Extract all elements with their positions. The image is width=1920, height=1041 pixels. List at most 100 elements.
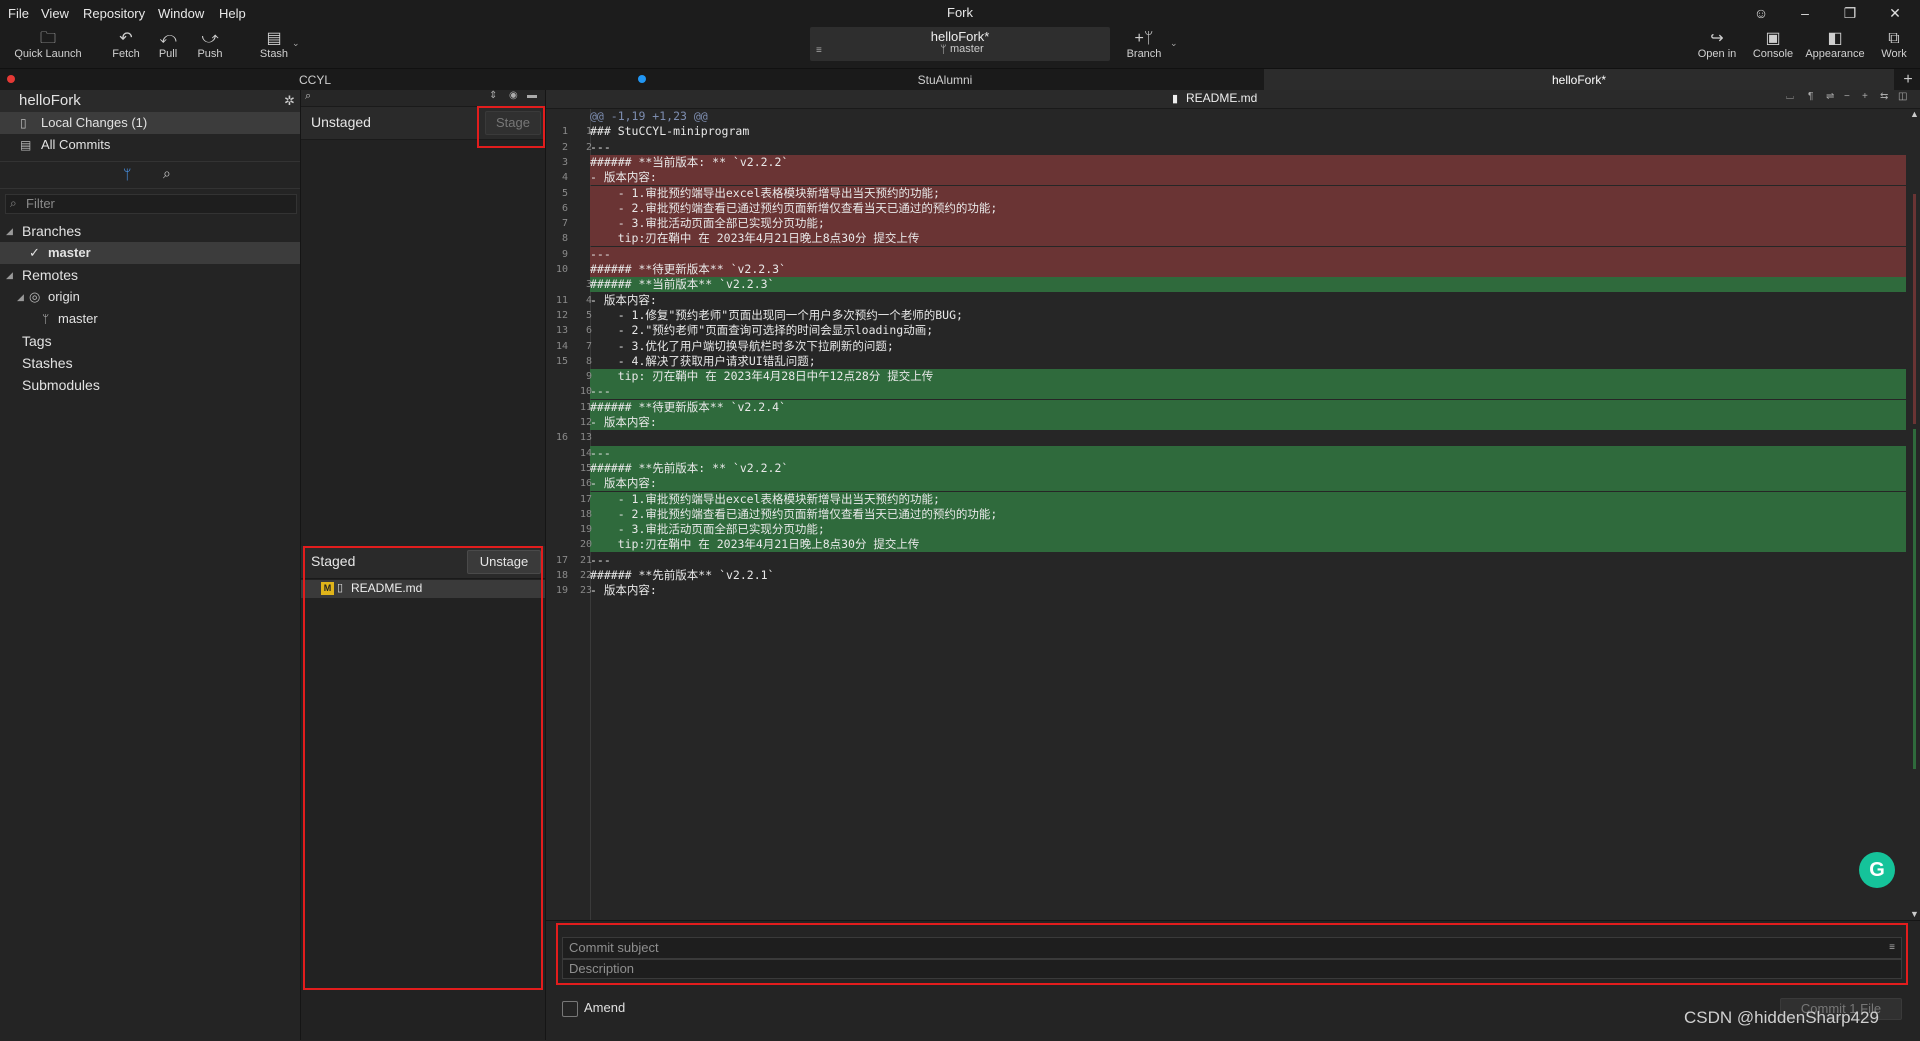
- layout-icon[interactable]: ◫: [1898, 91, 1907, 102]
- diff-line: 3 ###### **当前版本: ** `v2.2.2`: [546, 154, 1906, 170]
- console-button[interactable]: ▣ Console: [1750, 30, 1796, 64]
- sidebar-item-submodules[interactable]: Submodules: [0, 374, 300, 396]
- push-button[interactable]: ⤻ Push: [193, 30, 227, 64]
- diff-line: 9 tip: 刃在鞘中 在 2023年4月28日中午12点28分 提交上传: [546, 369, 1906, 385]
- appearance-label: Appearance: [1805, 48, 1865, 60]
- diff-header: ▮ README.md ⌴ ¶ ⇌ − + ⇆ ◫: [546, 90, 1920, 109]
- quick-launch-label: Quick Launch: [14, 48, 82, 60]
- old-line-number: 15: [555, 355, 568, 367]
- repo-branch-selector[interactable]: helloFork* ᛘ master ≡: [810, 27, 1110, 61]
- view-options-icon[interactable]: ▬: [527, 90, 537, 101]
- diff-line-highlight: [590, 277, 1906, 293]
- diff-line: 12 5 - 1.修复"预约老师"页面出现同一个用户多次预约一个老师的BUG;: [546, 308, 1906, 323]
- feedback-smiley-icon[interactable]: ☺: [1749, 4, 1773, 22]
- branch-icon: ᛘ: [42, 312, 50, 326]
- old-line-number: 1: [561, 126, 568, 138]
- tab-stualumni[interactable]: StuAlumni: [630, 69, 1260, 91]
- filter-placeholder: Filter: [26, 196, 55, 211]
- sidebar: helloFork ✲ ▯ Local Changes (1) ▤ All Co…: [0, 90, 301, 1040]
- diff-line: 14 7 - 3.优化了用户端切换导航栏时多次下拉刷新的问题;: [546, 339, 1906, 354]
- settings-gear-icon[interactable]: ✲: [284, 90, 295, 112]
- restore-icon[interactable]: ❐: [1838, 4, 1862, 22]
- diff-line: 19 - 3.审批活动页面全部已实现分页功能;: [546, 522, 1906, 538]
- wrap-icon[interactable]: ⇌: [1826, 91, 1834, 102]
- new-line-number: 21: [579, 554, 592, 566]
- appearance-button[interactable]: ◧ Appearance: [1802, 30, 1868, 64]
- diff-line-highlight: [590, 246, 1906, 262]
- pull-icon: ⤺: [159, 30, 177, 47]
- remotes-label: Remotes: [22, 267, 79, 283]
- diff-line-text: - 3.审批活动页面全部已实现分页功能;: [590, 522, 825, 537]
- branches-view-icon[interactable]: ᛘ: [123, 166, 131, 182]
- file-icon: ▮: [1172, 93, 1179, 105]
- sidebar-item-branch-master[interactable]: ✓ master: [0, 242, 300, 264]
- quick-launch-button[interactable]: 🗀 Quick Launch: [10, 30, 86, 64]
- amend-checkbox[interactable]: [562, 1001, 578, 1017]
- sidebar-item-origin[interactable]: ◢ ◎ origin: [0, 286, 300, 308]
- diff-line-text: ###### **先前版本** `v2.2.1`: [590, 568, 775, 582]
- pull-button[interactable]: ⤺ Pull: [152, 30, 184, 64]
- branch-dropdown-icon[interactable]: ⌄: [1170, 38, 1178, 49]
- whitespace-icon[interactable]: ⌴: [1786, 91, 1794, 102]
- branch-icon: ᛘ: [940, 44, 947, 56]
- diff-line: 14 ---: [546, 445, 1906, 461]
- diff-line-highlight: [590, 399, 1906, 415]
- sidebar-section-branches[interactable]: ◢ Branches: [0, 220, 300, 242]
- new-line-number: 3: [585, 279, 592, 291]
- new-line-number: 16: [579, 478, 592, 490]
- close-icon[interactable]: ✕: [1883, 4, 1907, 22]
- new-line-number: 6: [585, 325, 592, 337]
- search-icon[interactable]: ⌕: [163, 165, 171, 182]
- grammarly-icon[interactable]: G: [1859, 852, 1895, 888]
- new-line-number: 22: [579, 570, 592, 581]
- stash-dropdown-icon[interactable]: ⌄: [292, 38, 300, 49]
- sidebar-item-stashes[interactable]: Stashes: [0, 352, 300, 374]
- tab-hellofork[interactable]: helloFork*: [1264, 69, 1894, 91]
- old-line-number: 14: [555, 340, 568, 352]
- scroll-up-icon[interactable]: ▲: [1910, 109, 1919, 119]
- old-line-number: 8: [561, 233, 568, 245]
- diff-line: 5 - 1.审批预约端导出excel表格模块新增导出当天预约的功能;: [546, 185, 1906, 201]
- minimize-icon[interactable]: –: [1793, 4, 1817, 22]
- sidebar-section-remotes[interactable]: ◢ Remotes: [0, 264, 300, 286]
- scroll-down-icon[interactable]: ▼: [1910, 909, 1919, 919]
- diff-view[interactable]: @@ -1,19 +1,23 @@ 1 1 ### StuCCYL-miniprogr…: [546, 109, 1920, 920]
- push-icon: ⤻: [201, 30, 219, 47]
- tab-ccyl[interactable]: CCYL: [0, 69, 630, 91]
- sidebar-item-origin-master[interactable]: ᛘ master: [0, 308, 300, 330]
- split-view-icon[interactable]: ⇆: [1880, 91, 1888, 102]
- stash-button[interactable]: ▤ Stash: [252, 30, 296, 64]
- new-line-number: 1: [585, 126, 592, 138]
- add-tab-icon[interactable]: +: [1898, 69, 1918, 91]
- filter-input[interactable]: ⌕ Filter: [5, 194, 297, 214]
- local-changes-label: Local Changes (1): [41, 115, 148, 130]
- increase-context-icon[interactable]: +: [1862, 91, 1868, 102]
- branch-button[interactable]: +ᛘ Branch: [1122, 30, 1166, 64]
- divider: [0, 161, 300, 162]
- old-line-number: 12: [555, 309, 568, 321]
- sidebar-item-tags[interactable]: Tags: [0, 330, 300, 352]
- commits-icon: ▤: [20, 138, 32, 152]
- pilcrow-icon[interactable]: ¶: [1808, 91, 1813, 102]
- fetch-button[interactable]: ↶ Fetch: [106, 30, 146, 64]
- sidebar-item-all-commits[interactable]: ▤ All Commits: [0, 134, 300, 156]
- collapse-icon[interactable]: ⇕: [489, 90, 497, 101]
- eye-icon[interactable]: ◉: [509, 90, 518, 101]
- collapse-arrow-icon: ◢: [17, 292, 24, 302]
- diff-line: 18 22 ###### **先前版本** `v2.2.1`: [546, 568, 1906, 583]
- diff-line: 20 tip:刃在鞘中 在 2023年4月21日晚上8点30分 提交上传: [546, 537, 1906, 553]
- work-button[interactable]: ⧉ Work: [1874, 30, 1914, 64]
- diff-line-highlight: [590, 170, 1906, 186]
- decrease-context-icon[interactable]: −: [1844, 91, 1850, 102]
- stash-label: Stash: [259, 48, 289, 60]
- diff-line-text: - 版本内容:: [590, 476, 657, 491]
- open-in-icon: ↪: [1710, 30, 1724, 47]
- diff-line-text: - 版本内容:: [590, 583, 657, 598]
- open-in-button[interactable]: ↪ Open in: [1694, 30, 1740, 64]
- changes-pane: ⌕ ⇕ ◉ ▬ Unstaged Stage Staged Unstage M …: [301, 90, 546, 1040]
- search-icon[interactable]: ⌕: [305, 90, 311, 103]
- old-line-number: 17: [555, 554, 568, 566]
- highlight-staged: [303, 546, 543, 990]
- sidebar-item-local-changes[interactable]: ▯ Local Changes (1): [0, 112, 300, 134]
- new-line-number: 9: [585, 371, 592, 383]
